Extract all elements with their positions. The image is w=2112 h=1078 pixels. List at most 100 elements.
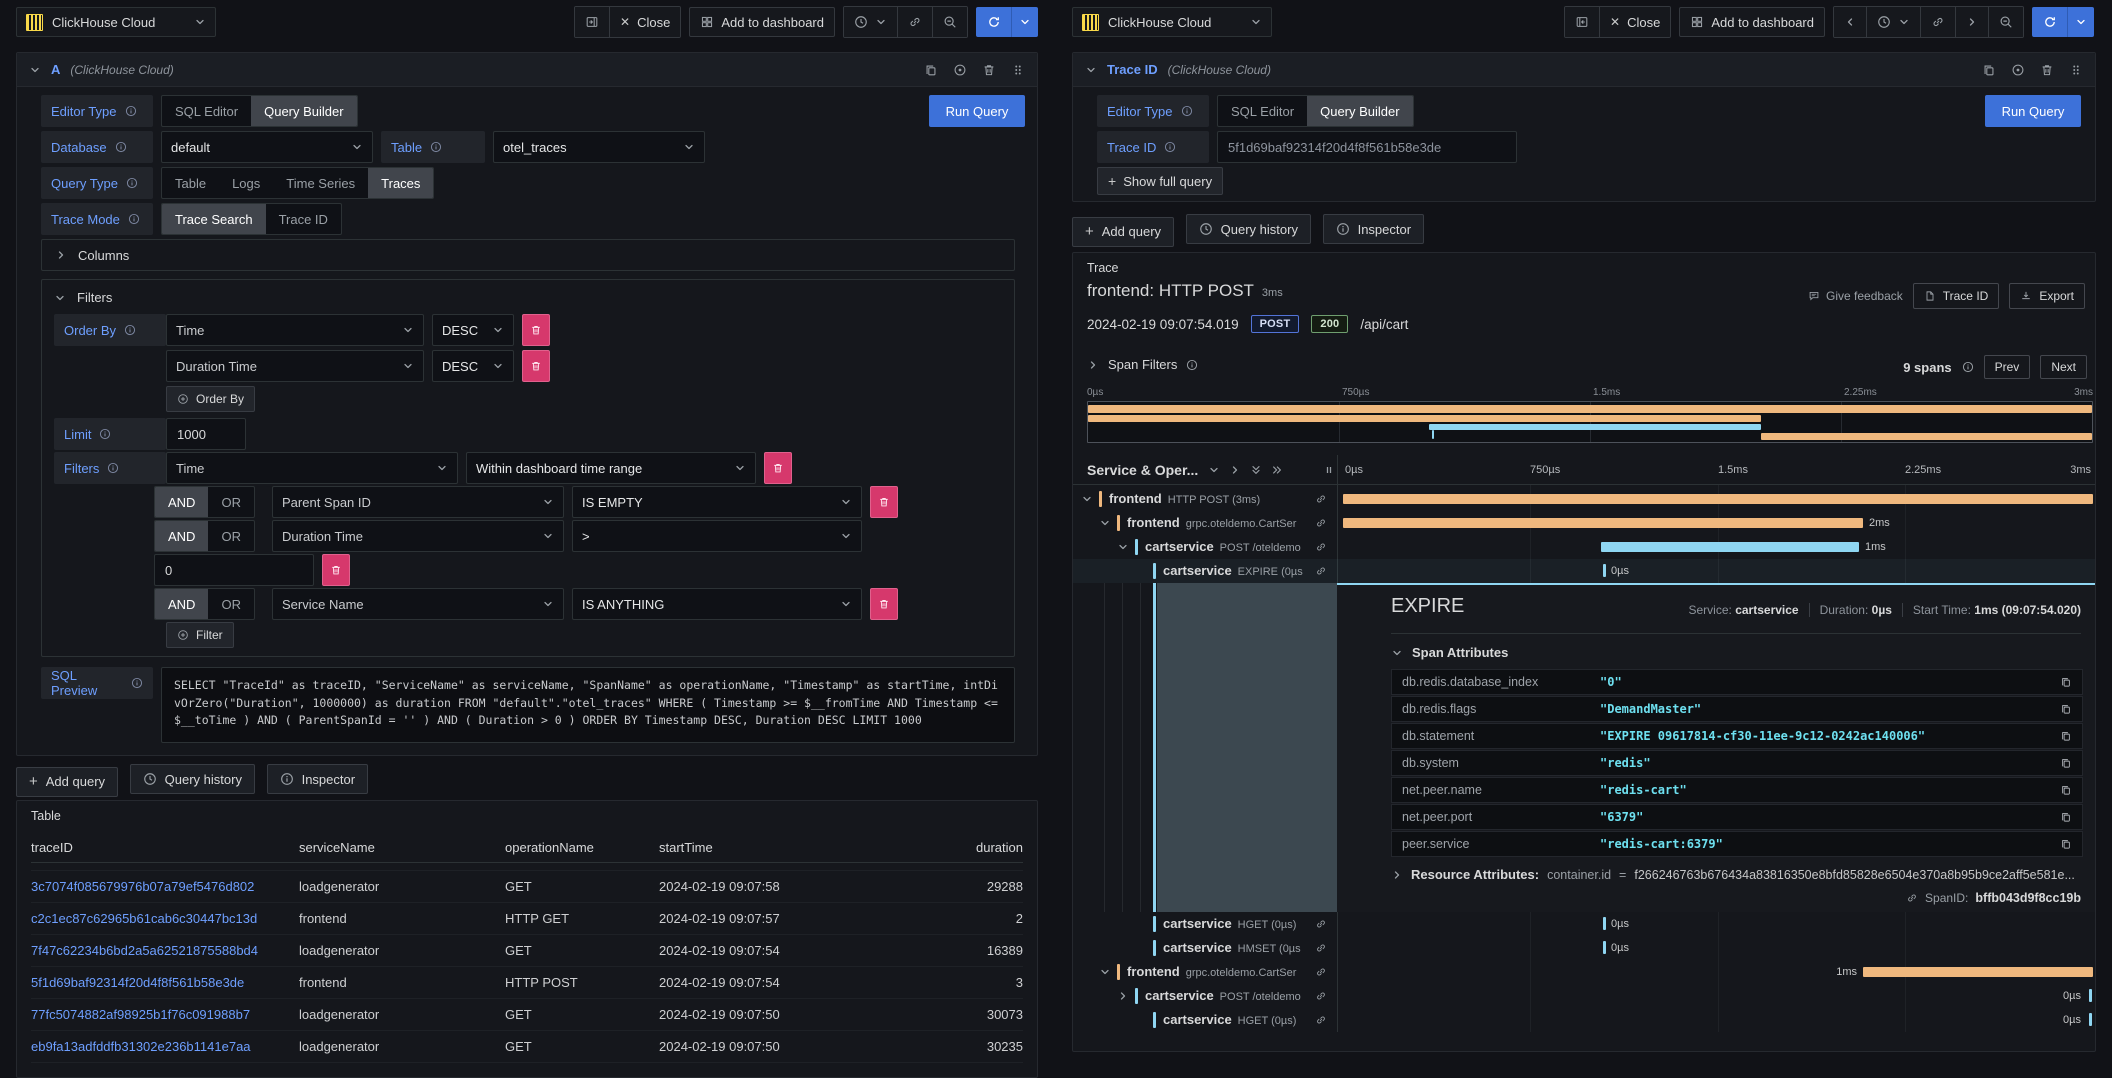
span-row[interactable]: cartserviceHGET (0µs) 0µs: [1073, 1008, 2095, 1032]
toggle-visibility-icon[interactable]: [953, 63, 967, 77]
inspector-button[interactable]: Inspector: [267, 764, 368, 794]
time-range-button[interactable]: [1866, 7, 1920, 37]
span-link-icon[interactable]: [1315, 942, 1327, 954]
close-pane-button[interactable]: ✕Close: [609, 7, 680, 37]
remove-filter-button[interactable]: [870, 588, 898, 620]
refresh-button[interactable]: [2032, 7, 2068, 37]
remove-query-icon[interactable]: [2040, 63, 2054, 77]
collapse-span-icon[interactable]: [1117, 541, 1129, 553]
trace-id-link[interactable]: 5f1d69baf92314f20d4f8f561b58e3de: [31, 975, 299, 990]
give-feedback-link[interactable]: Give feedback: [1808, 289, 1903, 303]
copy-icon[interactable]: [2060, 838, 2072, 850]
filter-value-input[interactable]: [154, 554, 314, 586]
span-row[interactable]: cartserviceHGET (0µs) 0µs: [1073, 912, 2095, 936]
and-option[interactable]: AND: [155, 521, 208, 551]
and-option[interactable]: AND: [155, 487, 208, 517]
add-query-button[interactable]: +Add query: [16, 767, 118, 797]
column-header[interactable]: serviceName: [299, 840, 505, 855]
trace-id-button[interactable]: Trace ID: [1913, 283, 2000, 309]
inspector-button[interactable]: Inspector: [1323, 214, 1424, 244]
query-type-traces[interactable]: Traces: [368, 168, 433, 198]
info-icon[interactable]: [99, 428, 111, 440]
remove-filter-button[interactable]: [764, 452, 792, 484]
info-icon[interactable]: [124, 324, 136, 336]
remove-filter-button[interactable]: [322, 554, 350, 586]
span-duration-bar[interactable]: [1863, 967, 2093, 977]
span-row[interactable]: frontendgrpc.oteldemo.CartSer 1ms: [1073, 960, 2095, 984]
sql-editor-option[interactable]: SQL Editor: [162, 96, 251, 126]
remove-order-by-button[interactable]: [522, 350, 550, 382]
chevron-right-icon[interactable]: [1229, 464, 1241, 476]
query-type-table[interactable]: Table: [162, 168, 219, 198]
span-link-icon[interactable]: [1315, 918, 1327, 930]
span-duration-tick[interactable]: [1603, 564, 1606, 577]
column-resize-handle[interactable]: [1323, 464, 1335, 476]
and-option[interactable]: AND: [155, 589, 208, 619]
copy-icon[interactable]: [2060, 811, 2072, 823]
share-link-button[interactable]: [897, 7, 932, 37]
column-header[interactable]: operationName: [505, 840, 659, 855]
info-icon[interactable]: [131, 677, 143, 689]
copy-icon[interactable]: [2060, 784, 2072, 796]
split-pane-button[interactable]: [1565, 7, 1599, 37]
column-header[interactable]: traceID: [31, 840, 299, 855]
span-row[interactable]: frontendgrpc.oteldemo.CartSer 2ms: [1073, 511, 2095, 535]
or-option[interactable]: OR: [208, 521, 254, 551]
order-by-dir-select[interactable]: DESC: [432, 350, 514, 382]
trace-id-link[interactable]: 3c7074f085679976b07a79ef5476d802: [31, 879, 299, 894]
limit-input[interactable]: [166, 418, 246, 450]
shift-time-forward-button[interactable]: [1955, 7, 1988, 37]
link-icon[interactable]: [1906, 892, 1918, 904]
remove-filter-button[interactable]: [870, 486, 898, 518]
sql-editor-option[interactable]: SQL Editor: [1218, 96, 1307, 126]
info-icon[interactable]: [430, 141, 442, 153]
copy-icon[interactable]: [2060, 676, 2072, 688]
toggle-visibility-icon[interactable]: [2011, 63, 2025, 77]
trace-search-option[interactable]: Trace Search: [162, 204, 266, 234]
remove-order-by-button[interactable]: [522, 314, 550, 346]
trace-id-link[interactable]: 7f47c62234b6bd2a5a62521875588bd4: [31, 943, 299, 958]
span-link-icon[interactable]: [1315, 990, 1327, 1002]
query-history-button[interactable]: Query history: [1186, 214, 1311, 244]
filter-field-select[interactable]: Time: [166, 452, 458, 484]
service-operation-column[interactable]: Service & Oper...: [1087, 462, 1198, 478]
span-link-icon[interactable]: [1315, 517, 1327, 529]
export-button[interactable]: Export: [2009, 283, 2085, 309]
info-icon[interactable]: [125, 105, 137, 117]
info-icon[interactable]: [107, 462, 119, 474]
add-filter-button[interactable]: Filter: [166, 622, 234, 648]
query-type-timeseries[interactable]: Time Series: [273, 168, 368, 198]
run-query-button[interactable]: Run Query: [1985, 95, 2081, 127]
span-duration-tick[interactable]: [2089, 989, 2092, 1002]
remove-query-icon[interactable]: [982, 63, 996, 77]
refresh-interval-dropdown[interactable]: [1012, 7, 1038, 37]
collapse-span-icon[interactable]: [1081, 493, 1093, 505]
query-builder-option[interactable]: Query Builder: [1307, 96, 1412, 126]
span-row[interactable]: cartserviceHMSET (0µs 0µs: [1073, 936, 2095, 960]
show-full-query-button[interactable]: +Show full query: [1097, 167, 1223, 195]
span-duration-bar[interactable]: [1343, 494, 2093, 504]
run-query-button[interactable]: Run Query: [929, 95, 1025, 127]
columns-section-toggle[interactable]: Columns: [41, 239, 1015, 271]
copy-icon[interactable]: [2060, 730, 2072, 742]
span-duration-tick[interactable]: [1603, 941, 1606, 954]
order-by-dir-select[interactable]: DESC: [432, 314, 514, 346]
duplicate-query-icon[interactable]: [1982, 63, 1996, 77]
span-link-icon[interactable]: [1315, 1014, 1327, 1026]
trace-minimap[interactable]: [1087, 401, 2093, 443]
drag-handle-icon[interactable]: [1011, 63, 1025, 77]
refresh-button[interactable]: [976, 7, 1012, 37]
span-link-icon[interactable]: [1315, 565, 1327, 577]
span-row[interactable]: cartservicePOST /oteldemo 1ms: [1073, 535, 2095, 559]
add-to-dashboard-button[interactable]: Add to dashboard: [1679, 7, 1825, 37]
split-pane-button[interactable]: [575, 7, 609, 37]
span-row-selected[interactable]: cartserviceEXPIRE (0µs 0µs: [1073, 559, 2095, 583]
query-type-logs[interactable]: Logs: [219, 168, 273, 198]
order-by-field-select[interactable]: Duration Time: [166, 350, 424, 382]
or-option[interactable]: OR: [208, 589, 254, 619]
resource-attributes-toggle[interactable]: Resource Attributes: container.id = f266…: [1391, 867, 2081, 882]
filters-section-toggle[interactable]: Filters: [54, 290, 112, 305]
span-duration-tick[interactable]: [1603, 917, 1606, 930]
database-select[interactable]: default: [161, 131, 373, 163]
shift-time-back-button[interactable]: [1834, 7, 1866, 37]
